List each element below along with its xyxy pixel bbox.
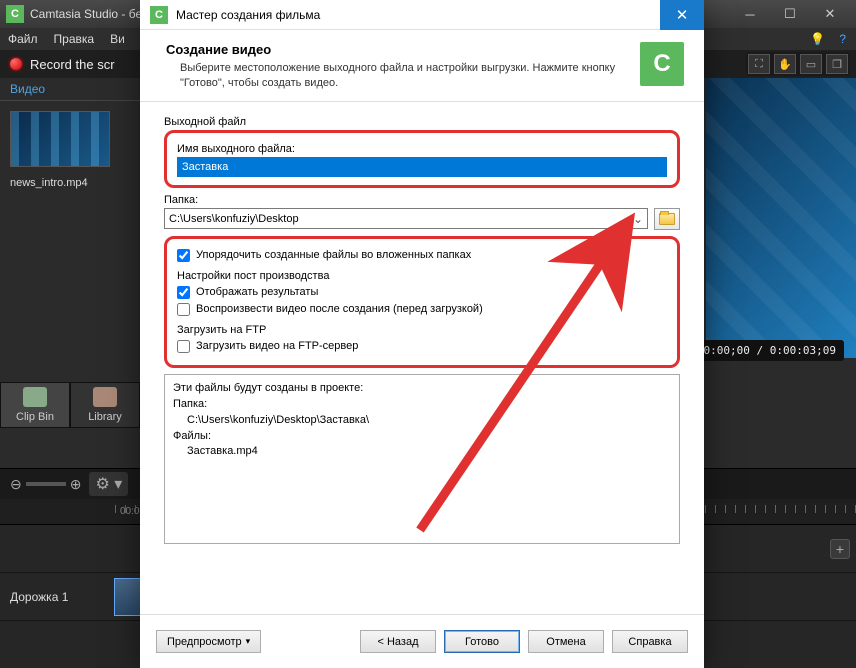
finish-button[interactable]: Готово [444, 630, 520, 653]
record-label: Record the scr [30, 57, 115, 72]
files-folder-label: Папка: [173, 397, 671, 413]
filename-highlight-frame: Имя выходного файла: [164, 130, 680, 188]
show-results-row[interactable]: Отображать результаты [177, 286, 667, 299]
ftp-section-label: Загрузить на FTP [177, 324, 667, 336]
settings-gear-icon[interactable]: ⚙ ▾ [89, 472, 128, 496]
clip-filename: news_intro.mp4 [0, 177, 140, 189]
dialog-description: Выберите местоположение выходного файла … [166, 61, 628, 91]
dialog-titlebar: C Мастер создания фильма ✕ [140, 0, 704, 30]
ftp-upload-row[interactable]: Загрузить видео на FTP-сервер [177, 340, 667, 353]
tool4-icon[interactable]: ❐ [826, 54, 848, 74]
media-section-label: Видео [0, 78, 140, 101]
folder-icon [659, 213, 675, 225]
ftp-upload-checkbox[interactable] [177, 340, 190, 353]
files-file-1: Заставка.mp4 [173, 444, 671, 460]
tips-icon[interactable]: 💡 [810, 32, 825, 46]
main-window-title: Camtasia Studio - бе [30, 7, 142, 21]
dialog-heading: Создание видео [166, 42, 628, 57]
dialog-body: Выходной файл Имя выходного файла: Папка… [140, 102, 704, 614]
zoom-in-button[interactable]: ⊕ [70, 476, 82, 493]
add-track-button[interactable]: + [830, 539, 850, 559]
output-file-section-label: Выходной файл [164, 116, 680, 128]
dialog-footer: Предпросмотр < Назад Готово Отмена Справ… [140, 614, 704, 668]
crop-icon[interactable]: ⛶ [748, 54, 770, 74]
play-after-checkbox[interactable] [177, 303, 190, 316]
track-1-label: Дорожка 1 [0, 590, 110, 604]
zoom-out-button[interactable]: ⊖ [10, 476, 22, 493]
files-files-label: Файлы: [173, 429, 671, 445]
dialog-header: Создание видео Выберите местоположение в… [140, 30, 704, 102]
files-intro-text: Эти файлы будут созданы в проекте: [173, 381, 671, 397]
organize-checkbox-row[interactable]: Упорядочить созданные файлы во вложенных… [177, 249, 667, 262]
minimize-button[interactable]: ─ [730, 3, 770, 25]
back-button[interactable]: < Назад [360, 630, 436, 653]
files-folder-value: C:\Users\konfuziy\Desktop\Заставка\ [173, 413, 671, 429]
export-wizard-dialog: C Мастер создания фильма ✕ Создание виде… [140, 0, 704, 668]
dialog-title: Мастер создания фильма [176, 8, 320, 22]
cancel-button[interactable]: Отмена [528, 630, 604, 653]
postprod-section-label: Настройки пост производства [177, 270, 667, 282]
show-results-checkbox[interactable] [177, 286, 190, 299]
menu-view[interactable]: Ви [110, 32, 125, 46]
menu-file[interactable]: Файл [8, 32, 38, 46]
filename-input[interactable] [177, 157, 667, 177]
close-main-button[interactable]: ✕ [810, 3, 850, 25]
tab-clip-bin[interactable]: Clip Bin [0, 382, 70, 428]
options-highlight-frame: Упорядочить созданные файлы во вложенных… [164, 236, 680, 368]
preview-toolbar: ⛶ ✋ ▭ ❐ [746, 52, 850, 76]
camtasia-logo-icon: C [6, 5, 24, 23]
dialog-logo-icon: C [150, 6, 168, 24]
filename-label: Имя выходного файла: [177, 143, 667, 155]
tool3-icon[interactable]: ▭ [800, 54, 822, 74]
folder-label: Папка: [164, 194, 680, 206]
dialog-close-button[interactable]: ✕ [660, 0, 704, 30]
tab-library[interactable]: Library [70, 382, 140, 428]
clip-bin-icon [23, 387, 47, 407]
output-files-listbox[interactable]: Эти файлы будут созданы в проекте: Папка… [164, 374, 680, 544]
browse-folder-button[interactable] [654, 208, 680, 230]
play-after-row[interactable]: Воспроизвести видео после создания (пере… [177, 303, 667, 316]
folder-combo[interactable]: C:\Users\konfuziy\Desktop [164, 208, 648, 229]
organize-checkbox[interactable] [177, 249, 190, 262]
pan-icon[interactable]: ✋ [774, 54, 796, 74]
help-icon[interactable]: ? [839, 32, 846, 46]
record-icon [10, 58, 22, 70]
camtasia-brand-icon: C [640, 42, 684, 86]
preview-button[interactable]: Предпросмотр [156, 630, 261, 653]
help-button[interactable]: Справка [612, 630, 688, 653]
library-icon [93, 387, 117, 407]
maximize-button[interactable]: ☐ [770, 3, 810, 25]
menu-edit[interactable]: Правка [54, 32, 95, 46]
clip-thumbnail[interactable] [10, 111, 110, 167]
preview-pane [706, 78, 856, 358]
